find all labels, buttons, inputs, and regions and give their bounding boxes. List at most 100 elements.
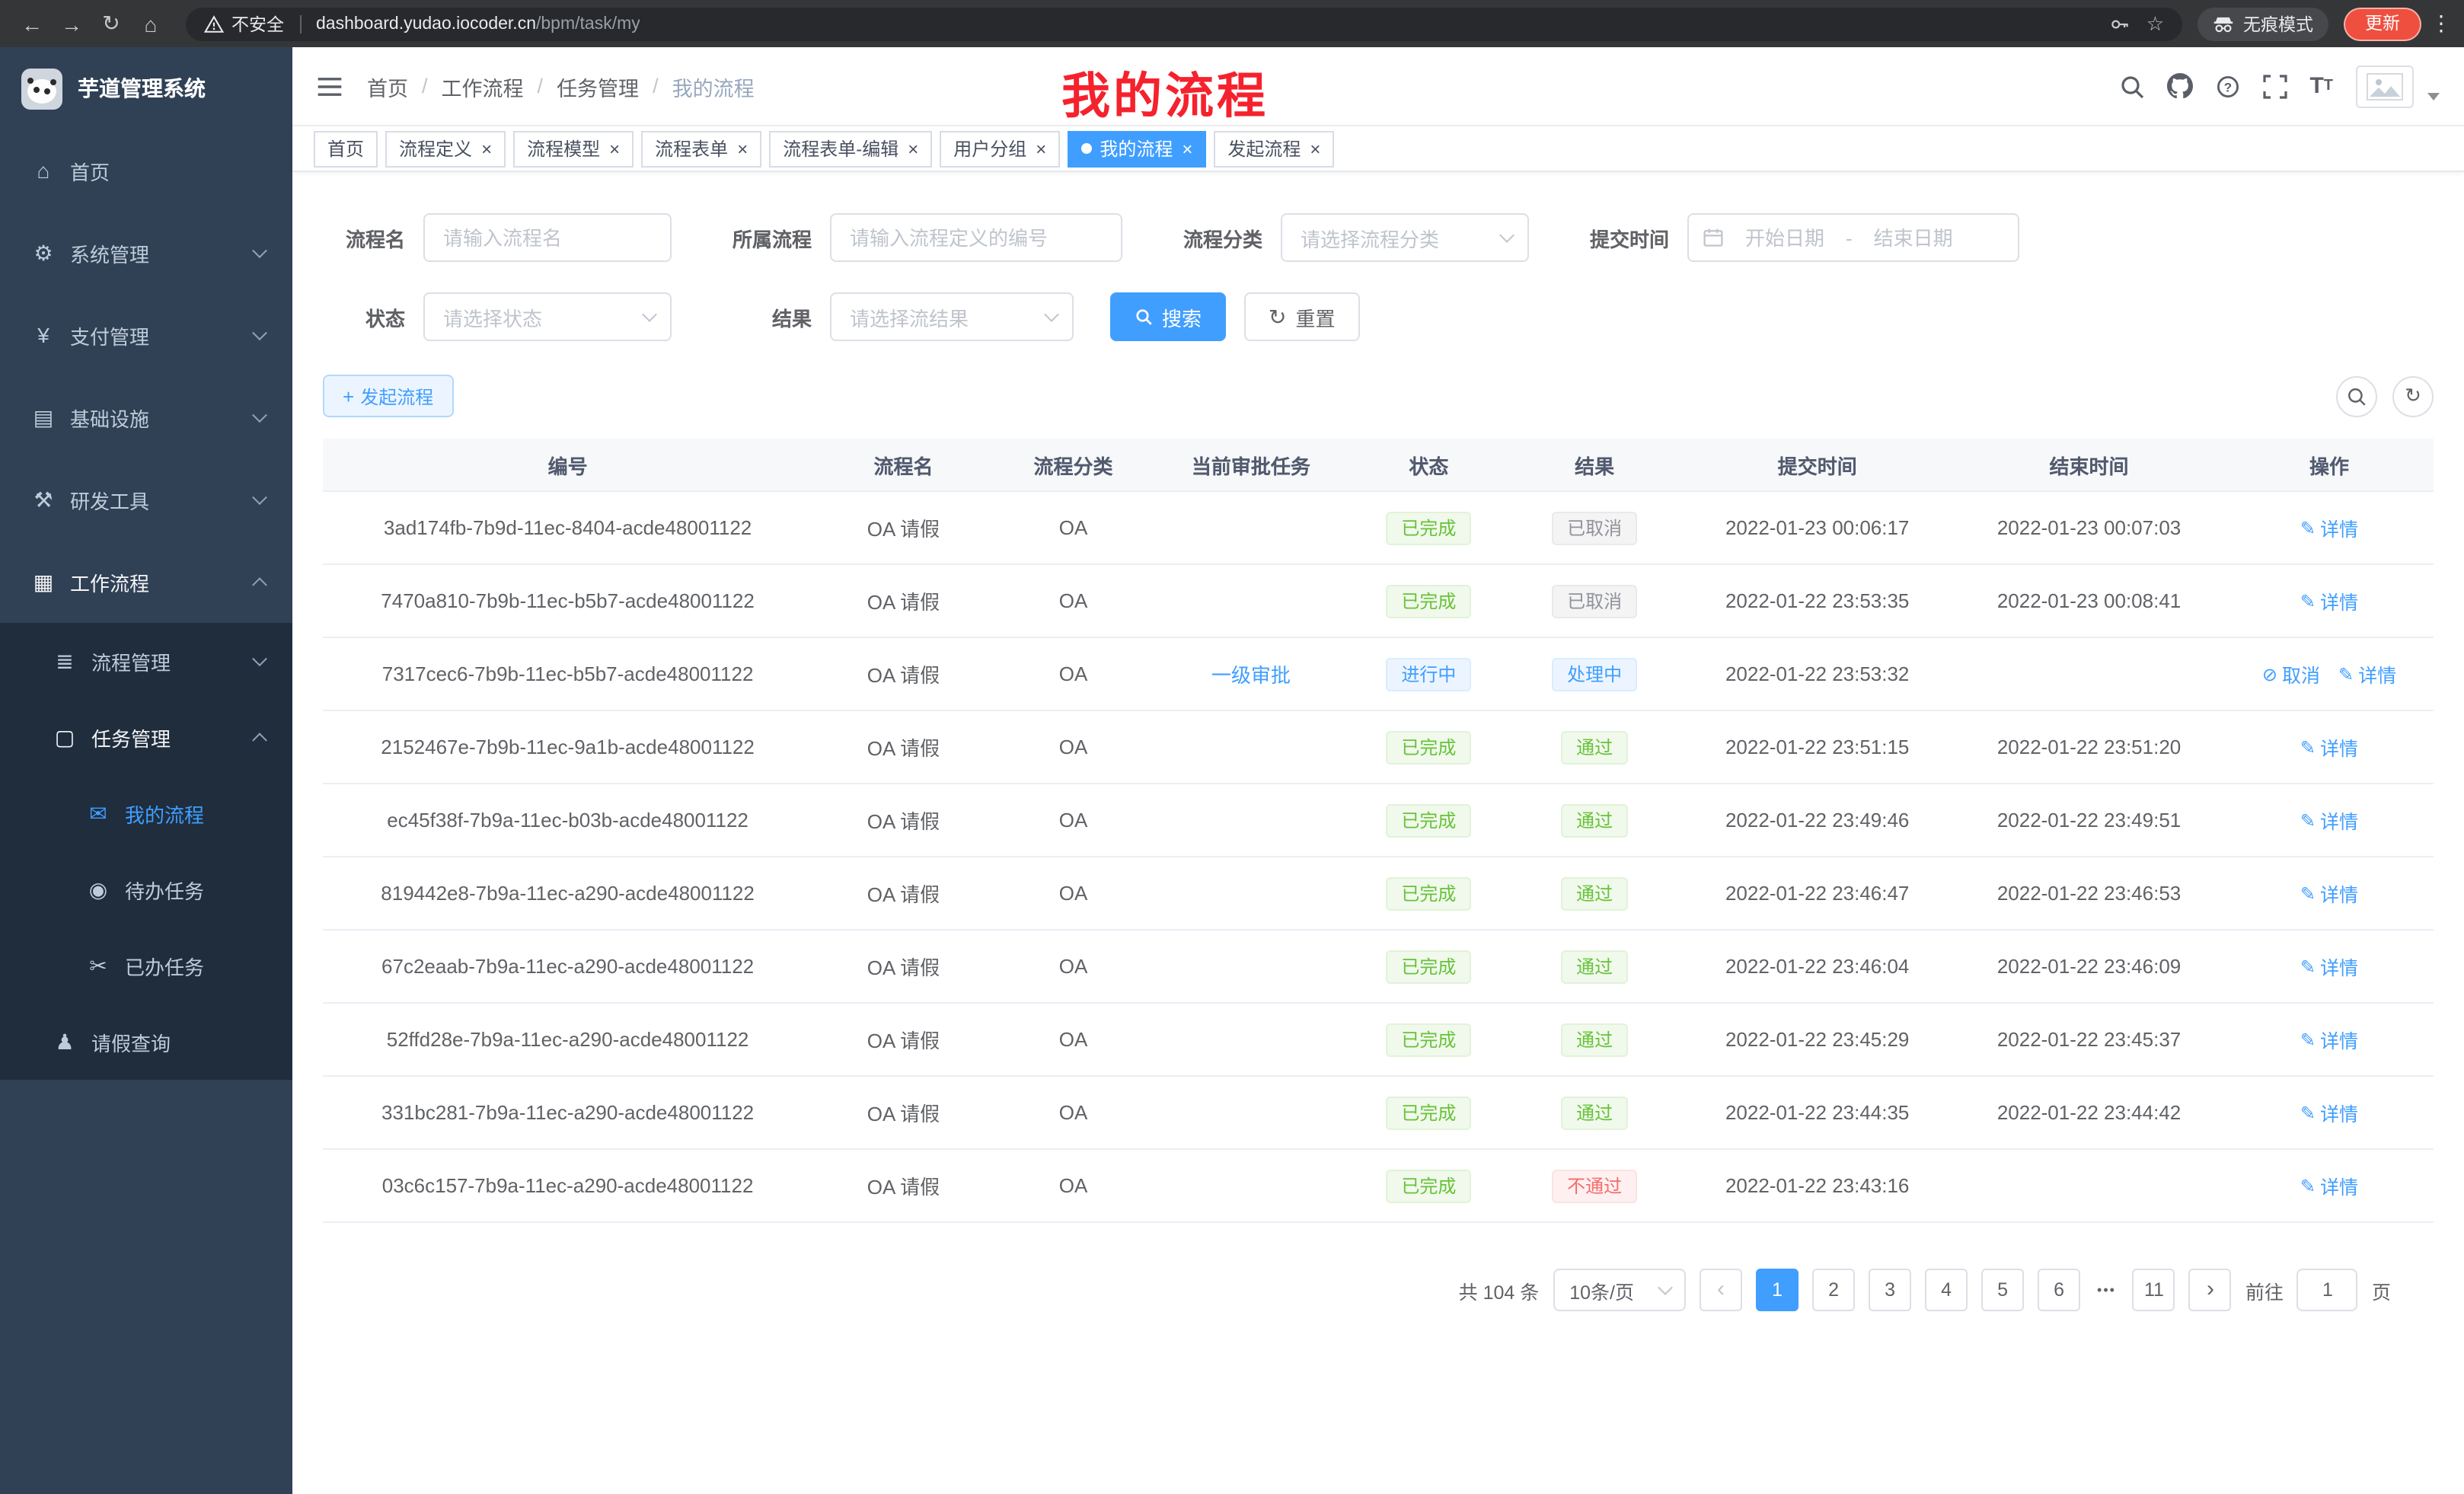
page-button-5[interactable]: 5: [1981, 1269, 2024, 1311]
start-date-input[interactable]: [1730, 226, 1840, 249]
table-row: 3ad174fb-7b9d-11ec-8404-acde48001122OA 请…: [323, 491, 2434, 564]
sidebar-item-todo-task[interactable]: ◉待办任务: [0, 851, 292, 927]
help-icon[interactable]: ?: [2215, 74, 2239, 98]
filter-row-2: 状态 请选择状态 结果 请选择流结果: [323, 292, 2434, 341]
sidebar-item-dev-tools[interactable]: ⚒研发工具: [0, 458, 292, 541]
sidebar-item-my-process[interactable]: ✉我的流程: [0, 775, 292, 851]
tab-process-definition[interactable]: 流程定义×: [385, 130, 506, 167]
process-def-input[interactable]: [830, 213, 1122, 262]
detail-action-link[interactable]: ✎详情: [2300, 513, 2358, 542]
close-icon[interactable]: ×: [1182, 139, 1192, 158]
sidebar-item-task-mgmt[interactable]: ▢任务管理: [0, 699, 292, 775]
cell-category: OA: [994, 564, 1152, 637]
end-date-input[interactable]: [1859, 226, 1968, 249]
bookmark-star-icon[interactable]: ☆: [2146, 11, 2164, 36]
search-icon[interactable]: [2119, 74, 2143, 98]
page-button-3[interactable]: 3: [1869, 1269, 1911, 1311]
create-process-label: 发起流程: [360, 383, 433, 409]
sidebar-item-infrastructure[interactable]: ▤基础设施: [0, 376, 292, 458]
hamburger-icon[interactable]: [317, 75, 343, 97]
browser-menu-icon[interactable]: ⋮: [2430, 11, 2452, 37]
cancel-action-link[interactable]: ⊘取消: [2262, 659, 2320, 688]
page-button-2[interactable]: 2: [1812, 1269, 1855, 1311]
cell-result: 已取消: [1508, 564, 1681, 637]
prev-page-button[interactable]: ‹: [1700, 1269, 1742, 1311]
avatar[interactable]: [2356, 65, 2414, 107]
browser-back-icon[interactable]: ←: [12, 4, 52, 43]
detail-action-link[interactable]: ✎详情: [2300, 952, 2358, 981]
password-key-icon[interactable]: [2110, 13, 2131, 34]
detail-action-link[interactable]: ✎详情: [2338, 659, 2396, 688]
browser-home-icon[interactable]: ⌂: [131, 4, 171, 43]
url-domain: dashboard.yudao.iocoder.cn: [316, 14, 536, 33]
table-search-toggle-button[interactable]: [2336, 375, 2377, 417]
category-select[interactable]: 请选择流程分类: [1281, 213, 1529, 262]
breadcrumb-item[interactable]: 任务管理: [557, 71, 639, 101]
tab-user-group[interactable]: 用户分组×: [940, 130, 1060, 167]
tab-process-model[interactable]: 流程模型×: [513, 130, 634, 167]
detail-action-link[interactable]: ✎详情: [2300, 1025, 2358, 1054]
tab-start-process[interactable]: 发起流程×: [1214, 130, 1334, 167]
page-button-11[interactable]: 11: [2133, 1269, 2175, 1311]
sidebar-item-system-mgmt[interactable]: ⚙系统管理: [0, 212, 292, 294]
status-select[interactable]: 请选择状态: [423, 292, 672, 341]
tab-home[interactable]: 首页: [314, 130, 378, 167]
browser-forward-icon[interactable]: →: [52, 4, 91, 43]
sidebar-item-home[interactable]: ⌂首页: [0, 129, 292, 212]
tab-my-process[interactable]: 我的流程×: [1068, 130, 1206, 167]
sidebar-item-payment-mgmt[interactable]: ¥支付管理: [0, 294, 292, 376]
result-select[interactable]: 请选择流结果: [830, 292, 1074, 341]
address-bar[interactable]: 不安全 dashboard.yudao.iocoder.cn/bpm/task/…: [186, 7, 2182, 40]
sidebar-item-workflow[interactable]: ▦工作流程: [0, 541, 292, 623]
more-pages-icon[interactable]: •••: [2094, 1282, 2119, 1298]
cell-result: 通过: [1508, 930, 1681, 1003]
detail-action-link[interactable]: ✎详情: [2300, 733, 2358, 761]
reset-button[interactable]: ↻ 重置: [1244, 292, 1360, 341]
close-icon[interactable]: ×: [481, 139, 492, 158]
submit-time-range[interactable]: -: [1687, 213, 2019, 262]
cell-actions: ✎详情: [2225, 1149, 2434, 1222]
detail-action-link[interactable]: ✎详情: [2300, 1171, 2358, 1200]
create-process-button[interactable]: + 发起流程: [323, 375, 453, 417]
detail-action-link[interactable]: ✎详情: [2300, 1098, 2358, 1127]
sidebar-item-done-task[interactable]: ✂已办任务: [0, 927, 292, 1004]
sidebar-item-label: 支付管理: [70, 321, 149, 350]
security-warning[interactable]: 不安全: [204, 11, 284, 36]
tab-process-form-edit[interactable]: 流程表单-编辑×: [769, 130, 932, 167]
close-icon[interactable]: ×: [908, 139, 918, 158]
sidebar-item-process-mgmt[interactable]: ≣流程管理: [0, 623, 292, 699]
close-icon[interactable]: ×: [737, 139, 748, 158]
cell-current-task: [1152, 857, 1349, 930]
page-button-4[interactable]: 4: [1925, 1269, 1968, 1311]
result-tag: 通过: [1561, 1023, 1628, 1056]
table-refresh-button[interactable]: ↻: [2392, 375, 2434, 417]
tab-process-form[interactable]: 流程表单×: [641, 130, 761, 167]
github-icon[interactable]: [2166, 73, 2192, 99]
page-button-6[interactable]: 6: [2038, 1269, 2080, 1311]
close-icon[interactable]: ×: [609, 139, 620, 158]
fullscreen-icon[interactable]: [2262, 74, 2287, 98]
cell-name: OA 请假: [812, 491, 994, 564]
breadcrumb-item[interactable]: 工作流程: [442, 71, 524, 101]
sidebar-item-leave-query[interactable]: ♟请假查询: [0, 1004, 292, 1080]
search-button[interactable]: 搜索: [1110, 292, 1226, 341]
detail-action-link[interactable]: ✎详情: [2300, 586, 2358, 615]
process-name-input[interactable]: [423, 213, 672, 262]
page-size-select[interactable]: 10条/页: [1553, 1269, 1686, 1311]
detail-action-link[interactable]: ✎详情: [2300, 879, 2358, 908]
close-icon[interactable]: ×: [1036, 139, 1046, 158]
breadcrumb-item[interactable]: 首页: [367, 71, 408, 101]
table-row: 2152467e-7b9b-11ec-9a1b-acde48001122OA 请…: [323, 710, 2434, 784]
viewport: ← → ↻ ⌂ 不安全 dashboard.yudao.iocoder.cn/b…: [0, 0, 2464, 1494]
page-button-1[interactable]: 1: [1756, 1269, 1799, 1311]
svg-text:?: ?: [2223, 79, 2231, 94]
font-size-icon[interactable]: TT: [2309, 73, 2333, 99]
current-task-link[interactable]: 一级审批: [1211, 664, 1291, 687]
next-page-button[interactable]: ›: [2189, 1269, 2232, 1311]
detail-action-link[interactable]: ✎详情: [2300, 806, 2358, 835]
update-button[interactable]: 更新: [2344, 7, 2421, 40]
jump-page-input[interactable]: [2297, 1269, 2358, 1311]
caret-down-icon[interactable]: [2427, 93, 2440, 101]
browser-refresh-icon[interactable]: ↻: [91, 4, 131, 43]
close-icon[interactable]: ×: [1310, 139, 1320, 158]
